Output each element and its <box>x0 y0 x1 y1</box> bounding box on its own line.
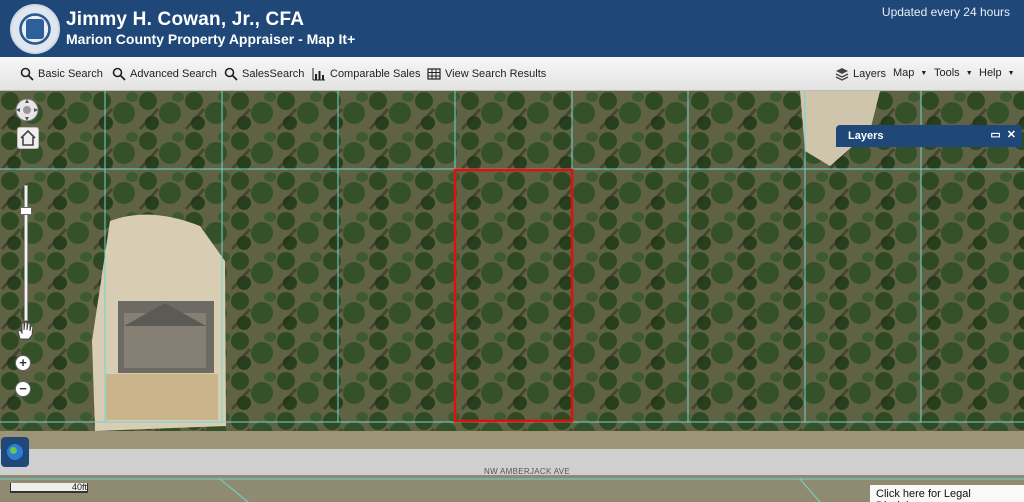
comparable-sales-button[interactable]: Comparable Sales <box>312 67 421 81</box>
tools-menu-label: Tools <box>934 67 960 79</box>
view-search-results-label: View Search Results <box>445 68 547 80</box>
home-icon[interactable] <box>17 127 39 149</box>
layers-button[interactable]: Layers <box>835 67 886 81</box>
property-appraiser-seal-icon <box>10 4 60 54</box>
chevron-down-icon: ▼ <box>965 69 973 77</box>
search-icon <box>224 67 238 81</box>
layers-panel-title: Layers <box>848 130 884 142</box>
sales-search-label: SalesSearch <box>242 68 305 80</box>
help-menu[interactable]: Help ▼ <box>979 67 1015 79</box>
layers-label: Layers <box>853 68 887 80</box>
close-icon[interactable]: ✕ <box>1007 128 1016 141</box>
zoom-out-button[interactable]: − <box>15 381 31 397</box>
layers-panel-header: Layers ▭ ✕ <box>836 125 1022 147</box>
layers-icon <box>835 68 849 81</box>
basic-search-label: Basic Search <box>38 68 103 80</box>
basic-search-button[interactable]: Basic Search <box>20 67 103 81</box>
maximize-icon[interactable]: ▭ <box>990 128 1000 141</box>
basemap-toggle-button[interactable] <box>1 437 29 467</box>
zoom-in-button[interactable]: + <box>15 355 31 371</box>
chevron-down-icon: ▼ <box>1007 69 1015 77</box>
search-icon <box>20 67 34 81</box>
app-header: Jimmy H. Cowan, Jr., CFA Marion County P… <box>0 0 1024 57</box>
map-menu-label: Map <box>893 67 915 79</box>
advanced-search-label: Advanced Search <box>130 68 217 80</box>
pan-icon[interactable] <box>14 97 40 123</box>
chevron-down-icon: ▼ <box>920 69 928 77</box>
table-icon <box>427 68 441 80</box>
globe-icon <box>7 444 23 460</box>
view-search-results-button[interactable]: View Search Results <box>427 67 546 81</box>
map-menu[interactable]: Map ▼ <box>893 67 927 79</box>
comparable-sales-label: Comparable Sales <box>330 68 421 80</box>
chart-icon <box>312 68 325 81</box>
app-subtitle: Marion County Property Appraiser - Map I… <box>66 31 356 47</box>
aerial-imagery <box>0 91 1024 502</box>
tools-menu[interactable]: Tools ▼ <box>934 67 973 79</box>
legal-disclaimer-link[interactable]: Click here for Legal Disclaimer <box>870 485 1024 502</box>
zoom-slider[interactable] <box>24 185 28 321</box>
hand-icon[interactable] <box>14 319 36 341</box>
scale-label: 40ft <box>72 482 88 492</box>
search-icon <box>112 67 126 81</box>
main-toolbar: Basic Search Advanced Search SalesSearch… <box>0 57 1024 91</box>
street-label: NW AMBERJACK AVE <box>484 467 571 476</box>
zoom-slider-thumb[interactable] <box>20 207 32 215</box>
app-title: Jimmy H. Cowan, Jr., CFA <box>66 9 305 30</box>
help-menu-label: Help <box>979 67 1002 79</box>
update-notice: Updated every 24 hours <box>881 5 1010 19</box>
map-view[interactable]: + − Layers ▭ ✕ NW AMBERJACK AVE 40ft Cli… <box>0 91 1024 502</box>
advanced-search-button[interactable]: Advanced Search <box>112 67 217 81</box>
sales-search-button[interactable]: SalesSearch <box>224 67 304 81</box>
